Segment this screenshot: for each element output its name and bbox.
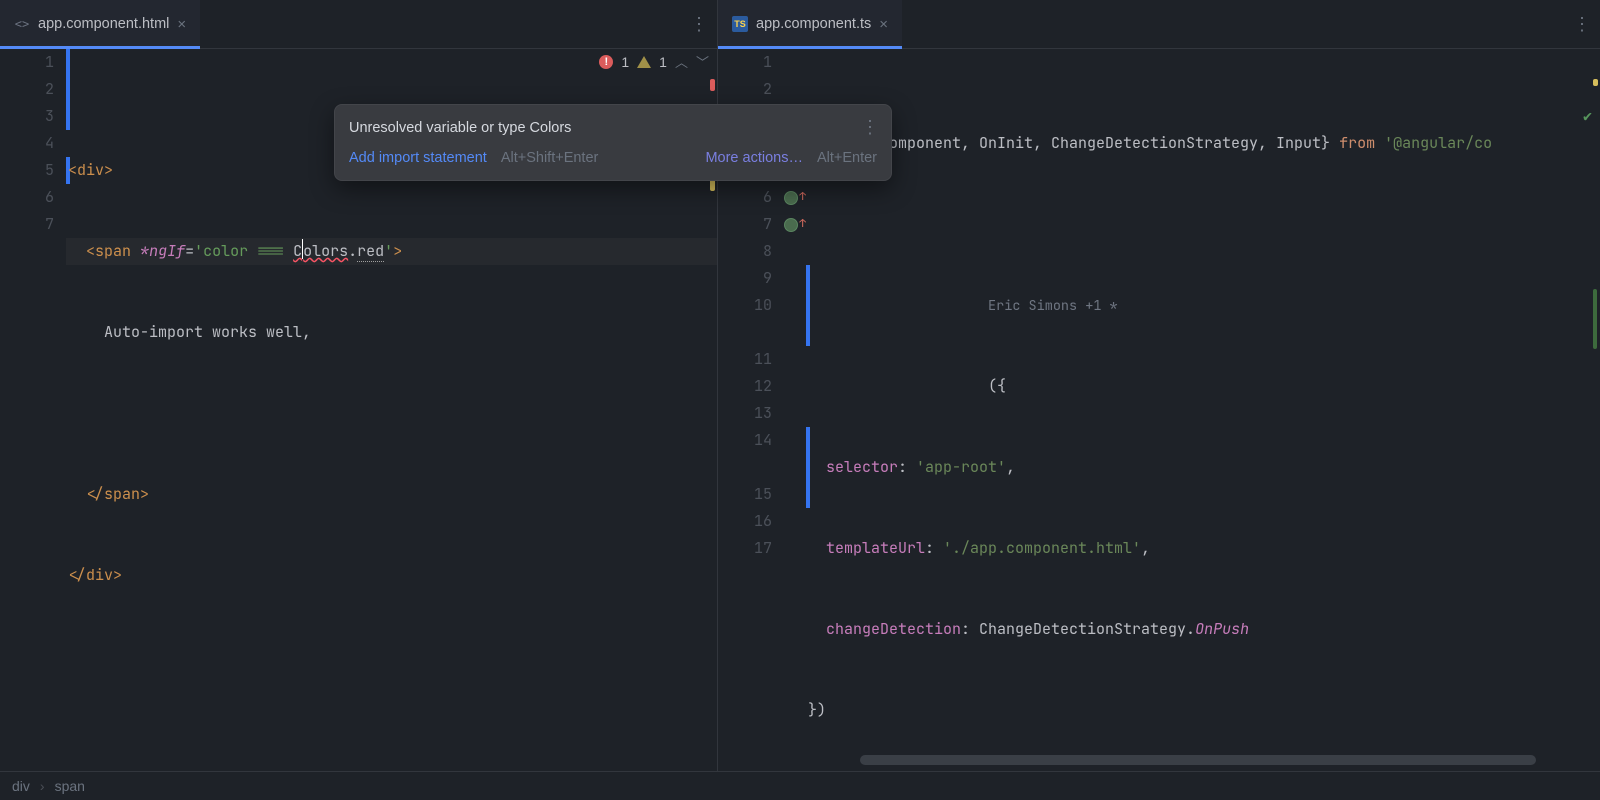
html-file-icon: <> <box>14 16 30 32</box>
shortcut-label: Alt+Shift+Enter <box>501 150 599 166</box>
code-line: import {Component, OnInit, ChangeDetecti… <box>806 130 1600 157</box>
tab-app-component-ts[interactable]: TS app.component.ts × <box>718 0 902 48</box>
chevron-right-icon: › <box>40 778 45 794</box>
code-line: <span *ngIf='color === Colors.red'> <box>66 238 717 265</box>
intention-hint-popup: Unresolved variable or type Colors ⋮ Add… <box>334 104 892 181</box>
author-inlay[interactable]: Eric Simons +1 * <box>988 297 1118 315</box>
add-import-action[interactable]: Add import statement <box>349 150 487 166</box>
vcs-mark-icon[interactable] <box>784 218 798 232</box>
code-line: ({ <box>806 373 1600 400</box>
warning-icon <box>637 56 651 68</box>
close-icon[interactable]: × <box>879 16 888 33</box>
code-line: changeDetection: ChangeDetectionStrategy… <box>806 616 1600 643</box>
warning-stripe[interactable] <box>1593 79 1598 86</box>
left-gutter: 1234567 <box>0 49 66 771</box>
code-line: }) <box>806 697 1600 724</box>
tab-more-button[interactable]: ⋮ <box>1564 0 1600 48</box>
code-line: </div> <box>66 562 717 589</box>
horizontal-scrollbar[interactable] <box>860 755 1536 765</box>
change-stripe[interactable] <box>1593 289 1597 349</box>
tab-more-button[interactable]: ⋮ <box>681 0 717 48</box>
hint-message: Unresolved variable or type Colors <box>349 120 571 136</box>
right-tabbar: TS app.component.ts × ⋮ <box>718 0 1600 49</box>
no-problems-icon[interactable]: ✔ <box>1583 103 1592 130</box>
breadcrumb: div › span <box>0 771 1600 800</box>
code-line <box>66 400 717 427</box>
warning-count: 1 <box>659 54 667 70</box>
vcs-mark-icon[interactable] <box>784 191 798 205</box>
tab-label: app.component.ts <box>756 16 871 32</box>
tab-label: app.component.html <box>38 16 169 32</box>
ts-file-icon: TS <box>732 16 748 32</box>
more-actions-link[interactable]: More actions… <box>705 150 803 166</box>
code-line: templateUrl: './app.component.html', <box>806 535 1600 562</box>
inspection-widget[interactable]: ! 1 1 ︿ ﹀ <box>599 52 709 71</box>
code-line <box>66 643 717 670</box>
error-stripe[interactable] <box>710 79 715 91</box>
left-tabbar: <> app.component.html × ⋮ <box>0 0 717 49</box>
prev-highlight-button[interactable]: ︿ <box>675 52 688 71</box>
next-highlight-button[interactable]: ﹀ <box>696 52 709 71</box>
code-line <box>806 211 1600 238</box>
code-line: selector: 'app-root', <box>806 454 1600 481</box>
code-line: Auto-import works well, <box>66 319 717 346</box>
breadcrumb-item[interactable]: span <box>55 778 85 794</box>
hint-more-menu[interactable]: ⋮ <box>861 117 879 138</box>
close-icon[interactable]: × <box>177 16 186 33</box>
code-line: Eric Simons +1 * <box>806 292 1600 319</box>
error-count: 1 <box>621 54 629 70</box>
breadcrumb-item[interactable]: div <box>12 778 30 794</box>
shortcut-label: Alt+Enter <box>817 150 877 166</box>
tab-app-component-html[interactable]: <> app.component.html × <box>0 0 200 48</box>
error-icon: ! <box>599 55 613 69</box>
code-line: </span> <box>66 481 717 508</box>
